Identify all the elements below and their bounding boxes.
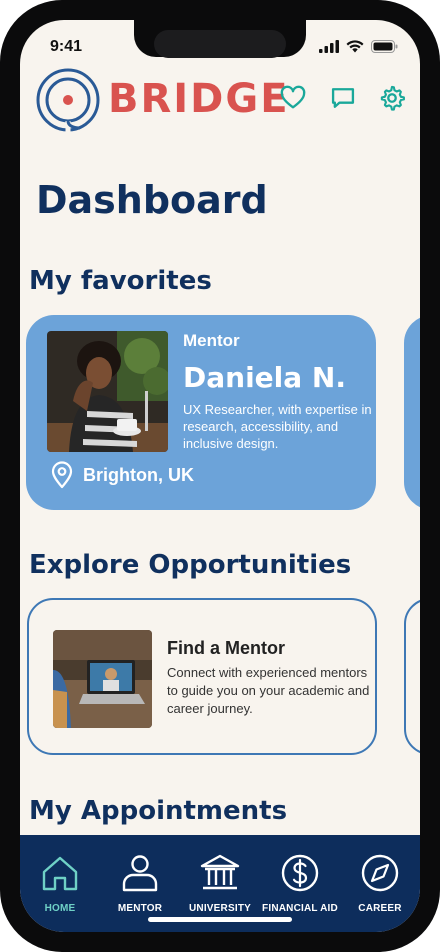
next-favorite-card[interactable] xyxy=(404,315,420,510)
brand-name: BRIDGE xyxy=(108,76,290,122)
nav-university-label: UNIVERSITY xyxy=(188,903,251,914)
find-mentor-photo xyxy=(53,630,152,728)
location-pin-icon xyxy=(51,461,73,489)
nav-career[interactable]: CAREER xyxy=(340,853,420,914)
favorite-mentor-card[interactable]: Mentor Daniela N. UX Researcher, with ex… xyxy=(26,315,376,510)
nav-home-label: HOME xyxy=(44,903,76,914)
favorite-description: UX Researcher, with expertise in researc… xyxy=(183,402,372,451)
dynamic-island xyxy=(154,30,286,58)
nav-career-label: CAREER xyxy=(358,903,402,914)
favorite-role: Mentor xyxy=(183,331,240,350)
university-icon xyxy=(200,854,240,890)
nav-financial-aid-label: FINANCIAL AID xyxy=(262,903,338,914)
appointments-section-title: My Appointments xyxy=(29,796,288,826)
compass-icon xyxy=(361,854,399,892)
find-mentor-card[interactable]: Find a Mentor Connect with experienced m… xyxy=(27,598,377,755)
bridge-logo xyxy=(36,68,100,132)
status-time: 9:41 xyxy=(50,38,83,55)
battery-icon xyxy=(371,40,398,53)
gear-icon[interactable] xyxy=(378,84,406,112)
status-icons xyxy=(319,40,398,53)
dollar-icon xyxy=(281,854,319,892)
wifi-icon xyxy=(346,40,364,53)
favorites-section-title: My favorites xyxy=(29,266,212,296)
favorite-location: Brighton, UK xyxy=(83,465,194,485)
heart-icon[interactable] xyxy=(279,84,307,112)
person-icon xyxy=(122,855,158,892)
favorite-name: Daniela N. xyxy=(183,361,346,394)
home-icon xyxy=(42,856,78,891)
nav-mentor-label: MENTOR xyxy=(117,903,163,914)
signal-icon xyxy=(319,40,339,53)
nav-university[interactable]: UNIVERSITY xyxy=(180,853,260,914)
page-title: Dashboard xyxy=(36,178,268,222)
screen: 9:41 BRIDGE Dashboard My favorites Mento… xyxy=(20,20,420,932)
opportunities-section-title: Explore Opportunities xyxy=(29,550,352,580)
nav-home[interactable]: HOME xyxy=(20,853,100,914)
phone-frame: 9:41 BRIDGE Dashboard My favorites Mento… xyxy=(0,0,440,952)
find-mentor-description: Connect with experienced mentors to guid… xyxy=(167,665,370,716)
find-mentor-title: Find a Mentor xyxy=(167,638,285,658)
nav-mentor[interactable]: MENTOR xyxy=(100,853,180,914)
nav-financial-aid[interactable]: FINANCIAL AID xyxy=(260,853,340,914)
home-indicator[interactable] xyxy=(148,917,292,922)
chat-icon[interactable] xyxy=(329,84,357,112)
next-opportunity-card[interactable] xyxy=(404,598,420,755)
mentor-photo xyxy=(47,331,168,452)
